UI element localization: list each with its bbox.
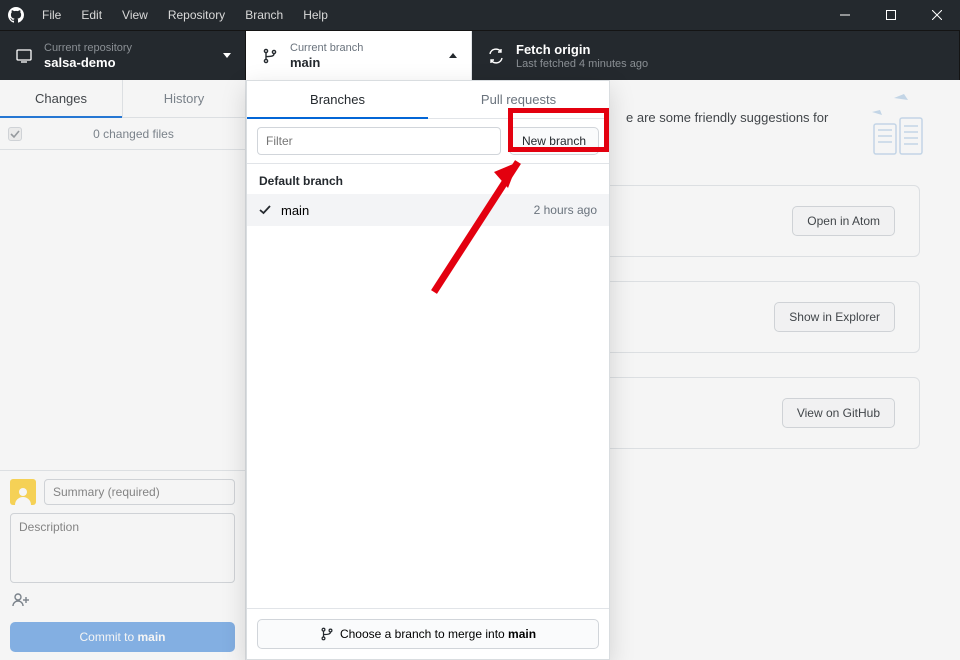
toolbar-fetch-origin[interactable]: Fetch origin Last fetched 4 minutes ago [472,31,960,80]
files-list [0,150,245,470]
desktop-icon [14,48,34,64]
menu-file[interactable]: File [32,0,71,30]
view-on-github-button[interactable]: View on GitHub [782,398,895,428]
merge-prefix: Choose a branch to merge into [340,627,508,641]
branch-label: Current branch [290,42,363,54]
github-logo-icon [0,7,32,23]
repo-name: salsa-demo [44,55,132,70]
branch-item-name: main [281,203,309,218]
toolbar-current-repo[interactable]: Current repository salsa-demo [0,31,246,80]
show-in-explorer-button[interactable]: Show in Explorer [774,302,895,332]
changed-files-count: 0 changed files [30,127,237,141]
commit-summary-input[interactable] [44,479,235,505]
chevron-down-icon [223,53,231,58]
merge-target: main [508,627,536,641]
window-minimize-icon[interactable] [822,0,868,30]
annotation-arrow [414,142,544,302]
tab-history[interactable]: History [123,80,245,117]
window-maximize-icon[interactable] [868,0,914,30]
window-close-icon[interactable] [914,0,960,30]
titlebar: File Edit View Repository Branch Help [0,0,960,30]
decorative-illustration [804,86,924,166]
git-merge-icon [320,627,334,641]
commit-button[interactable]: Commit to main [10,622,235,652]
changed-files-header: 0 changed files [0,118,245,150]
sync-icon [486,48,506,64]
menu-view[interactable]: View [112,0,158,30]
menu-help[interactable]: Help [293,0,338,30]
sidebar: Changes History 0 changed files Commit t… [0,80,246,660]
chevron-up-icon [449,53,457,58]
commit-button-prefix: Commit to [79,630,137,644]
add-coauthor-icon[interactable] [10,591,235,614]
branch-name: main [290,55,363,70]
commit-button-branch: main [138,630,166,644]
menu-edit[interactable]: Edit [71,0,112,30]
fetch-subtitle: Last fetched 4 minutes ago [516,58,648,70]
commit-description-input[interactable] [10,513,235,583]
menu-bar: File Edit View Repository Branch Help [32,0,338,30]
dropdown-footer: Choose a branch to merge into main [247,608,609,659]
open-in-atom-button[interactable]: Open in Atom [792,206,895,236]
menu-branch[interactable]: Branch [235,0,293,30]
git-branch-icon [260,48,280,64]
commit-form: Commit to main [0,470,245,660]
avatar [10,479,36,505]
toolbar-current-branch[interactable]: Current branch main [246,31,472,80]
merge-branch-button[interactable]: Choose a branch to merge into main [257,619,599,649]
tab-changes[interactable]: Changes [0,80,123,117]
check-icon [259,204,275,216]
menu-repository[interactable]: Repository [158,0,235,30]
sidebar-tabs: Changes History [0,80,245,118]
fetch-title: Fetch origin [516,42,648,57]
toolbar: Current repository salsa-demo Current br… [0,30,960,80]
window-controls [822,0,960,30]
select-all-checkbox[interactable] [8,127,22,141]
dropdown-tab-branches[interactable]: Branches [247,81,428,118]
repo-label: Current repository [44,42,132,54]
